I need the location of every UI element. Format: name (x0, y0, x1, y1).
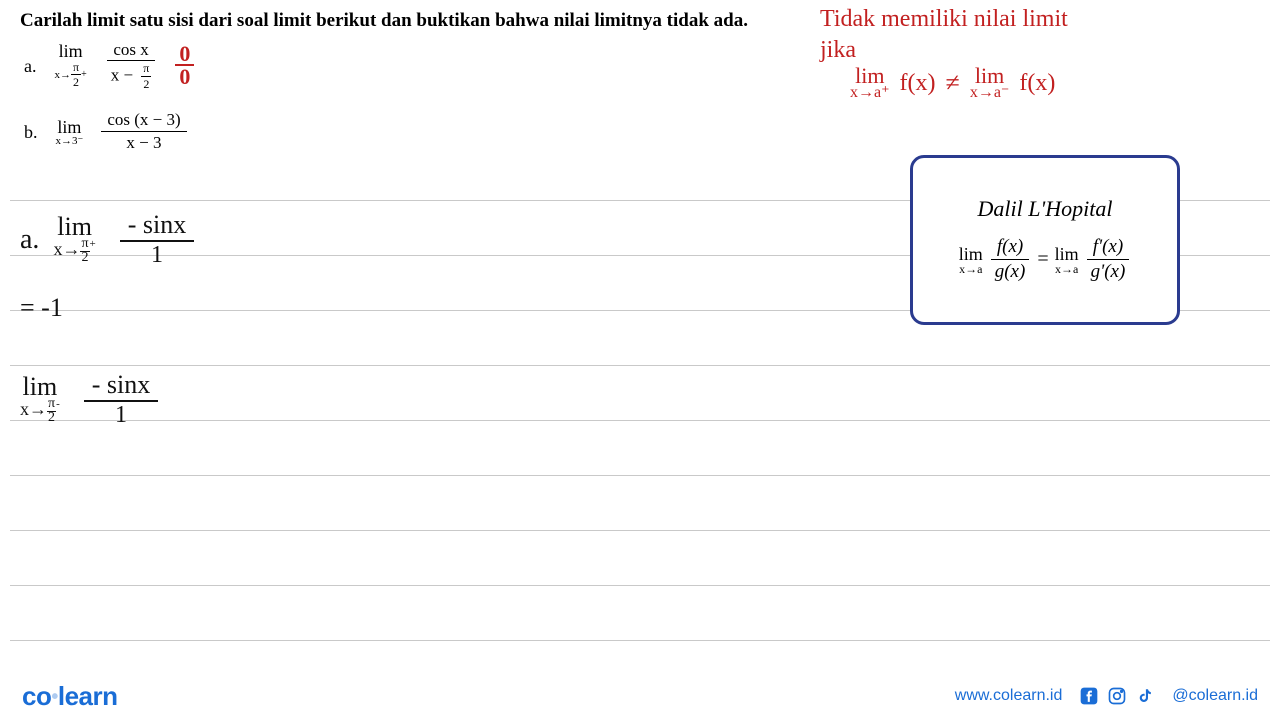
lhopital-box: Dalil L'Hopital lim x→a f(x) g(x) = lim … (910, 155, 1180, 325)
lh-sub2: x→a (1055, 263, 1078, 275)
social-handle[interactable]: @colearn.id (1172, 687, 1258, 705)
lh-gp: g'(x) (1085, 260, 1132, 285)
frac-b-den: x − 3 (120, 132, 167, 154)
frac-a-den: x − π 2 (105, 61, 158, 92)
work-den1: 1 (151, 242, 163, 269)
lh-f: f(x) (991, 236, 1029, 260)
neq-sign: ≠ (946, 68, 960, 98)
frac-b-num: cos (x − 3) (101, 110, 186, 131)
frac-a-den-left: x − (111, 66, 133, 85)
lh-sub1: x→a (959, 263, 982, 275)
frac-b: cos (x − 3) x − 3 (101, 110, 186, 153)
logo-learn: learn (58, 681, 118, 711)
lh-eq: = (1037, 248, 1048, 271)
work-lim2: lim (23, 375, 58, 398)
work-result1: = -1 (20, 293, 194, 323)
lim-b-text: lim (57, 118, 81, 136)
frac-a-2: 2 (141, 77, 151, 93)
limit-b: lim x→3⁻ (56, 118, 84, 147)
note-line1: Tidak memiliki nilai limit (820, 6, 1240, 33)
footer: co•learn www.colearn.id @colearn.id (0, 672, 1280, 720)
website-link[interactable]: www.colearn.id (955, 687, 1063, 705)
instagram-icon[interactable] (1106, 685, 1128, 707)
note-inequality: lim x→a⁺ f(x) ≠ lim x→a⁻ f(x) (820, 66, 1240, 100)
lim-minus-bot: x→a⁻ (970, 86, 1010, 100)
logo: co•learn (22, 681, 118, 712)
lim-minus-top: lim (975, 66, 1004, 86)
tiktok-icon[interactable] (1134, 685, 1156, 707)
lh-g: g(x) (989, 260, 1032, 285)
frac-a: cos x x − π 2 (105, 40, 158, 92)
work-lim1: lim (57, 215, 92, 238)
lim-b-sub: x→3⁻ (56, 136, 84, 147)
logo-co: co (22, 681, 51, 711)
lh-lim2: lim (1055, 245, 1079, 263)
work-num1: - sinx (120, 210, 195, 242)
problem-a-label: a. (24, 56, 37, 77)
work-a: a. lim x→π2+ - sinx 1 = -1 (20, 210, 194, 323)
work-a-minus: lim x→π2- - sinx 1 (20, 370, 158, 429)
lim-a-sub: x→π2+ (55, 60, 87, 91)
frac-a-pi: π (141, 61, 151, 76)
work-lim1-sub: x→π2+ (53, 238, 95, 264)
note-no-limit: Tidak memiliki nilai limit jika lim x→a⁺… (820, 6, 1240, 100)
problem-b-label: b. (24, 122, 38, 143)
work-a-label: a. (20, 224, 39, 256)
red-zero-den: 0 (175, 66, 194, 88)
lh-fp: f'(x) (1087, 236, 1129, 260)
work-den2: 1 (115, 402, 127, 429)
work-num2: - sinx (84, 370, 159, 402)
indeterminate-form: 0 0 (175, 44, 194, 88)
lim-plus-top: lim (855, 66, 884, 86)
work-lim2-sub: x→π2- (20, 398, 60, 424)
frac-a-num: cos x (107, 40, 154, 61)
lim-text: lim (59, 42, 83, 60)
red-zero-num: 0 (175, 44, 194, 66)
fx-left: f(x) (900, 70, 936, 97)
lhopital-title: Dalil L'Hopital (978, 196, 1113, 222)
note-line2: jika (820, 37, 1240, 64)
lhopital-equation: lim x→a f(x) g(x) = lim x→a f'(x) g'(x) (959, 236, 1132, 284)
limit-a: lim x→π2+ (55, 42, 87, 91)
problem-b: b. lim x→3⁻ cos (x − 3) x − 3 (20, 110, 1260, 153)
lim-plus-bot: x→a⁺ (850, 86, 890, 100)
lh-lim1: lim (959, 245, 983, 263)
fx-right: f(x) (1019, 70, 1055, 97)
facebook-icon[interactable] (1078, 685, 1100, 707)
